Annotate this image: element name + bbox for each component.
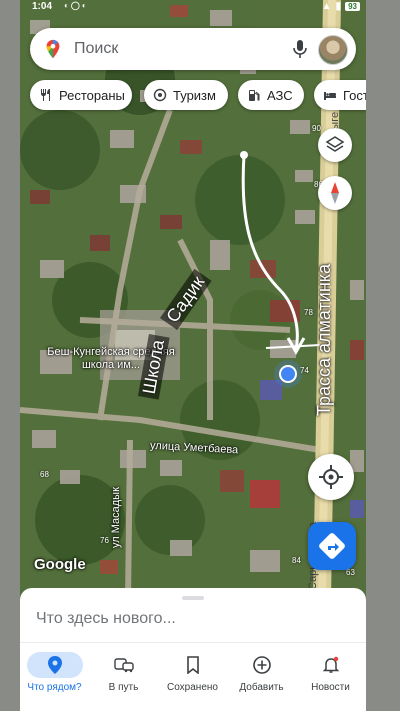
bed-icon [324,92,336,100]
nav-label: Новости [311,682,350,693]
directions-icon [319,533,345,559]
bottom-nav: Что рядом? В путь Сохранено Добавить Нов… [20,648,366,708]
restaurant-icon [41,89,50,101]
bell-icon [303,652,359,678]
battery-icon: 93 [345,2,360,11]
divider [20,642,366,643]
layers-button[interactable] [318,128,352,162]
street-label-masadyk: ул Масадык [110,487,122,548]
search-bar[interactable]: Поиск [30,28,356,70]
category-chips: Рестораны Туризм АЗС Гости [30,80,366,112]
house-number: 84 [292,556,301,565]
status-right-icons: ▲ ▮ 93 [322,1,360,12]
chip-label: Туризм [173,87,216,103]
microphone-icon[interactable] [292,39,308,59]
google-logo: Google [34,556,86,573]
bus-car-icon [96,652,152,678]
google-maps-pin-icon [46,39,60,59]
house-number: 74 [300,366,309,375]
house-number: 68 [40,470,49,479]
camera-icon [153,88,167,102]
house-number: 78 [304,308,313,317]
nav-label: В путь [108,682,139,693]
location-pin-icon [26,652,83,678]
nav-label: Добавить [239,682,284,693]
signal-icon: ▮ [335,1,342,12]
nav-label: Сохранено [167,682,218,693]
status-time: 1:04 [32,1,53,12]
nav-explore[interactable]: Что рядом? [20,648,89,708]
compass-button[interactable] [318,176,352,210]
chip-gas-stations[interactable]: АЗС [238,80,304,110]
whats-new-prompt[interactable]: Что здесь нового... [36,610,176,628]
chip-label: АЗС [267,87,293,103]
status-bar: 1:04 ◐◯◐ ▲ ▮ 93 [20,0,366,14]
crosshair-icon [319,465,343,489]
search-input[interactable]: Поиск [74,40,118,58]
nav-go[interactable]: В путь [89,648,158,708]
handwritten-trassa-almatinka: Трасса алматинка [314,263,334,416]
chip-restaurants[interactable]: Рестораны [30,80,132,110]
wifi-icon: ▲ [321,1,332,12]
chip-label: Гости [343,87,366,103]
nav-label: Что рядом? [27,682,82,693]
directions-button[interactable] [308,522,356,570]
chip-label: Рестораны [59,87,125,103]
my-location-button[interactable] [308,454,354,500]
avatar[interactable] [318,35,348,65]
bottom-sheet[interactable]: Что здесь нового... Что рядом? В путь Со… [20,588,366,711]
status-notification-icons: ◐◯◐ [64,1,89,10]
add-circle-icon [234,652,290,678]
gas-station-icon [249,90,260,101]
phone-screen: Беш-Кунгейская средняя школа им... улица… [20,0,366,711]
sheet-drag-handle[interactable] [182,596,204,600]
layers-icon [325,136,345,152]
chip-hotels[interactable]: Гости [314,80,366,110]
house-number: 76 [100,536,109,545]
compass-icon [331,182,339,204]
chip-tourism[interactable]: Туризм [144,80,228,110]
nav-updates[interactable]: Новости [296,648,365,708]
nav-contribute[interactable]: Добавить [227,648,296,708]
bookmark-icon [165,652,221,678]
nav-saved[interactable]: Сохранено [158,648,227,708]
